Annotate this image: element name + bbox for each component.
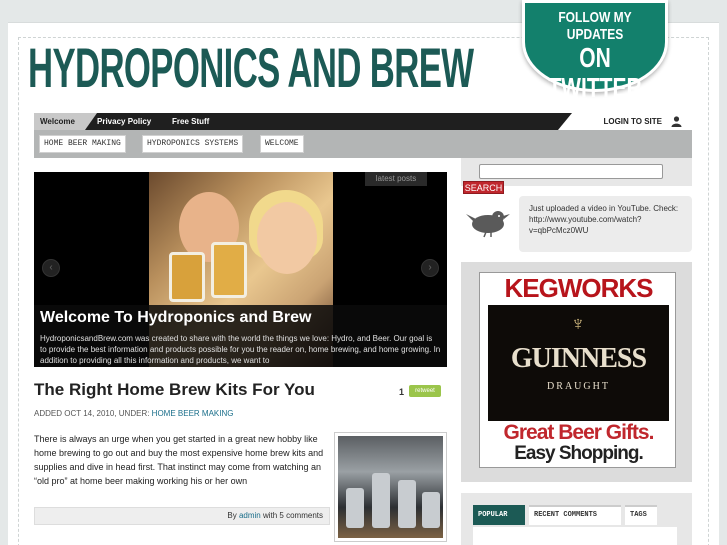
photo-face [257,202,317,274]
retweet-button[interactable]: retweet [409,385,441,397]
keg-shape [346,488,364,528]
ad-line2: Easy Shopping. [514,443,644,464]
ad-line1: Great Beer Gifts. [503,421,655,444]
tweet-bubble[interactable]: Just uploaded a video in YouTube. Check:… [519,196,692,252]
latest-posts-tag: latest posts [365,172,427,186]
keg-shape [372,473,390,528]
retweet-count: 1 [399,387,405,397]
twitter-bird-icon [466,211,510,238]
post-date: ADDED OCT 14, 2010, UNDER: [34,409,152,418]
kegworks-ad[interactable]: KEGWORKS ♆ GUINNESS DRAUGHT Great Beer G… [479,272,676,468]
post-author-link[interactable]: admin [239,511,261,520]
slider-text: HydroponicsandBrew.com was created to sh… [40,334,441,365]
site-logo[interactable]: HYDROPONICS AND BREW [28,40,474,96]
ad-product: GUINNESS [510,343,647,374]
nav-item-privacy-policy[interactable]: Privacy Policy [97,113,151,130]
main-nav: Welcome Privacy Policy Free Stuff LOGIN … [34,113,692,130]
latest-tweet: Just uploaded a video in YouTube. Check:… [461,196,692,252]
harp-icon: ♆ [570,313,586,335]
post-category-link[interactable]: HOME BEER MAKING [152,409,234,418]
ad-guinness-image: ♆ GUINNESS DRAUGHT [488,305,669,421]
keg-shape [398,480,416,528]
post-excerpt: There is always an urge when you get sta… [34,434,324,486]
tab-tags[interactable]: TAGS [625,505,657,525]
slider-title[interactable]: Welcome To Hydroponics and Brew [40,309,441,327]
twitter-follow-badge[interactable]: FOLLOW MY UPDATES ON TWITTER [522,0,668,103]
photo-beer-mug [169,252,205,302]
ad-sub: DRAUGHT [547,381,610,392]
tab-popular[interactable]: POPULAR [473,505,525,525]
tab-recent-comments[interactable]: RECENT COMMENTS [529,505,621,525]
post-comments-count[interactable]: with 5 comments [261,511,323,520]
photo-beer-mug [211,242,247,298]
post-by: By [227,511,239,520]
category-hydroponics-systems[interactable]: HYDROPONICS SYSTEMS [142,135,244,153]
featured-slider[interactable]: latest posts ‹ › Welcome To Hydroponics … [34,172,447,367]
search-button[interactable]: SEARCH [463,181,504,194]
brew-equipment-image [338,436,443,538]
nav-item-welcome[interactable]: Welcome [34,113,97,130]
category-welcome[interactable]: WELCOME [260,135,304,153]
sidebar-tabs-widget: POPULAR RECENT COMMENTS TAGS [461,493,692,545]
post-thumbnail[interactable] [334,432,447,542]
slider-caption: Welcome To Hydroponics and Brew Hydropon… [34,305,447,367]
twitter-badge-line1: FOLLOW MY UPDATES [558,9,632,43]
slider-next-arrow-icon[interactable]: › [421,259,439,277]
slider-prev-arrow-icon[interactable]: ‹ [42,259,60,277]
post-title[interactable]: The Right Home Brew Kits For You [34,380,315,400]
login-link[interactable]: LOGIN TO SITE [603,113,662,130]
keg-shape [422,492,440,528]
post-meta: ADDED OCT 14, 2010, UNDER: HOME BEER MAK… [34,409,233,418]
search-input[interactable] [479,164,663,179]
twitter-badge-line2: ON TWITTER [548,42,642,103]
nav-item-free-stuff[interactable]: Free Stuff [172,113,209,130]
user-icon[interactable] [671,116,682,127]
ad-brand: KEGWORKS [480,273,675,303]
ad-container: KEGWORKS ♆ GUINNESS DRAUGHT Great Beer G… [461,262,692,482]
category-bar: HOME BEER MAKING HYDROPONICS SYSTEMS WEL… [34,130,692,158]
post-footer: By admin with 5 comments [34,507,330,525]
tabs-panel [473,527,677,545]
category-home-beer-making[interactable]: HOME BEER MAKING [39,135,126,153]
